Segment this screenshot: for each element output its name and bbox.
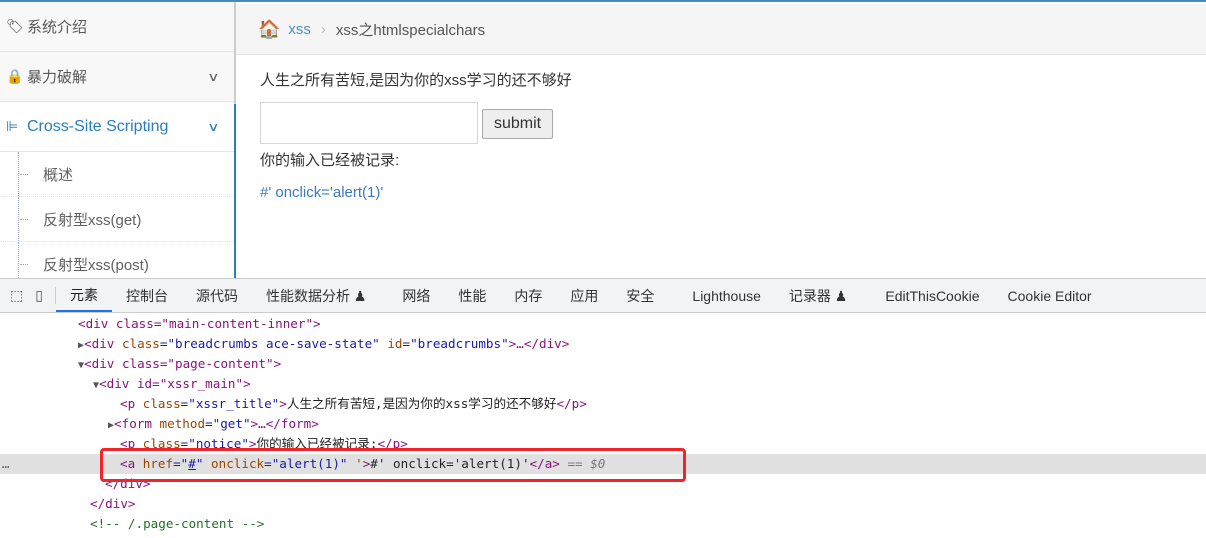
tag-close: >…</div>: [508, 336, 570, 351]
tag-text: <div class="main-content-inner">: [78, 316, 321, 331]
message-input[interactable]: [260, 102, 478, 144]
home-icon[interactable]: 🏠: [258, 19, 280, 40]
tab-security[interactable]: 安全: [612, 286, 668, 306]
sidebar-subitem-overview[interactable]: 概述: [0, 152, 234, 197]
sidebar: 🏷 系统介绍 🔒 暴力破解 ∨ ⊫ Cross-Site Scripting ∨ 概述 反…: [0, 2, 236, 278]
tab-network[interactable]: 网络: [380, 286, 444, 306]
page-content: 人生之所有苦短,是因为你的xss学习的还不够好 submit 你的输入已经被记录…: [260, 69, 572, 201]
sidebar-item-label: Cross-Site Scripting: [27, 117, 169, 135]
sidebar-item-bruteforce[interactable]: 🔒 暴力破解 ∨: [0, 52, 234, 102]
tab-cookie-editor[interactable]: Cookie Editor: [994, 288, 1106, 304]
dom-node-title[interactable]: <p class="xssr_title">人生之所有苦短,是因为你的xss学习…: [0, 394, 1206, 414]
sidebar-subitem-reflected-post[interactable]: 反射型xss(post): [0, 242, 234, 278]
devtools-toolbar: ⬚ ▯ 元素 控制台 源代码 性能数据分析 ♟ 网络 性能 内存 应用 安全 L…: [0, 278, 1206, 313]
breadcrumb: 🏠 xss › xss之htmlspecialchars: [236, 4, 1206, 55]
dom-node-main-content-inner[interactable]: <div class="main-content-inner">: [0, 314, 1206, 334]
dom-node-xssr-main[interactable]: ▼<div id="xssr_main">: [0, 374, 1206, 394]
sidebar-item-xss[interactable]: ⊫ Cross-Site Scripting ∨: [0, 102, 234, 152]
html-comment: <!-- /.page-content -->: [90, 516, 265, 531]
sidebar-subitem-label: 反射型xss(post): [43, 256, 149, 274]
tag-text: <div id="xssr_main">: [99, 376, 251, 391]
sidebar-subitem-label: 反射型xss(get): [43, 211, 142, 229]
node-text: 人生之所有苦短,是因为你的xss学习的还不够好: [286, 396, 557, 411]
tags-icon: 🏷: [6, 18, 24, 34]
attr-value: ="breadcrumbs ace-save-state": [159, 336, 388, 351]
tag-text: <div class="page-content">: [84, 356, 282, 371]
output-link[interactable]: #' onclick='alert(1)': [260, 184, 383, 201]
tab-console[interactable]: 控制台: [112, 286, 182, 306]
attr-name: id: [387, 336, 403, 351]
tag-open: <div: [84, 336, 122, 351]
attr-value: ="breadcrumbs": [402, 336, 509, 351]
sitemap-icon: ⊫: [6, 118, 19, 134]
sidebar-item-label: 暴力破解: [27, 69, 88, 86]
chevron-down-icon: ∨: [207, 119, 220, 134]
tab-lighthouse[interactable]: Lighthouse: [668, 288, 775, 304]
sidebar-subitem-label: 概述: [43, 166, 74, 184]
breadcrumb-current: xss之htmlspecialchars: [335, 21, 486, 39]
tab-recorder[interactable]: 记录器 ♟: [775, 286, 861, 306]
tab-sources[interactable]: 源代码: [182, 286, 252, 306]
sidebar-item-label: 系统介绍: [27, 19, 88, 36]
page-title: 人生之所有苦短,是因为你的xss学习的还不够好: [260, 72, 572, 89]
device-toolbar-icon[interactable]: ▯: [31, 287, 56, 304]
tab-memory[interactable]: 内存: [500, 286, 556, 306]
inspect-icon[interactable]: ⬚: [0, 287, 31, 304]
sidebar-subitem-reflected-get[interactable]: 反射型xss(get): [0, 197, 234, 242]
sidebar-item-intro[interactable]: 🏷 系统介绍: [0, 2, 234, 52]
tab-application[interactable]: 应用: [556, 286, 612, 306]
submit-button[interactable]: submit: [482, 109, 553, 139]
breadcrumb-xss-link[interactable]: xss: [288, 21, 311, 38]
attr-name: class: [121, 336, 160, 351]
dom-node-breadcrumbs[interactable]: ▶<div class="breadcrumbs ace-save-state"…: [0, 334, 1206, 354]
chevron-right-icon: ›: [320, 20, 326, 38]
active-indicator: [234, 104, 236, 280]
dom-node-page-content[interactable]: ▼<div class="page-content">: [0, 354, 1206, 374]
highlight-annotation: [100, 448, 686, 482]
dom-tree: <div class="main-content-inner"> ▶<div c…: [0, 314, 1206, 534]
dom-node-form[interactable]: ▶<form method="get">…</form>: [0, 414, 1206, 434]
tab-editthiscookie[interactable]: EditThisCookie: [861, 288, 993, 304]
tab-performance-insights[interactable]: 性能数据分析 ♟: [252, 286, 380, 306]
tab-elements[interactable]: 元素: [55, 279, 112, 312]
tab-performance[interactable]: 性能: [444, 286, 500, 306]
notice-text: 你的输入已经被记录:: [260, 152, 400, 169]
chevron-down-icon: ∨: [207, 69, 220, 84]
lock-icon: 🔒: [6, 68, 24, 84]
